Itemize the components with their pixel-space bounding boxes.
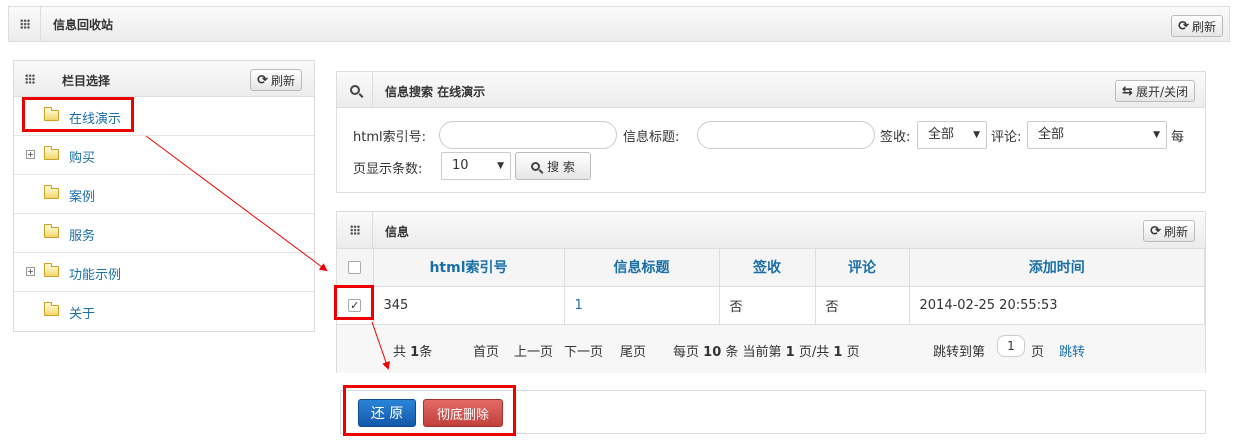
annotation-arrow-1 [145,135,328,272]
annotation-arrow-2 [371,321,390,370]
annotation-arrows [145,135,390,370]
